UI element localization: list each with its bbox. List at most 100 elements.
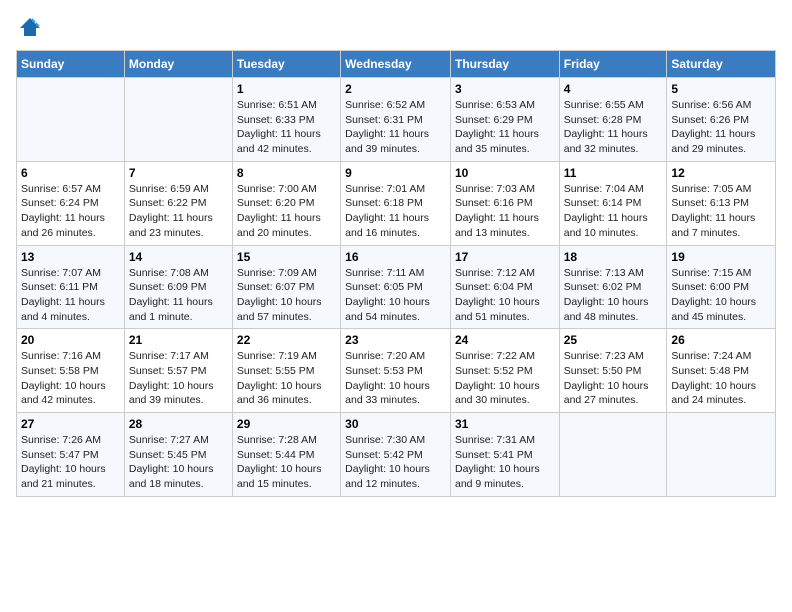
day-number: 6 bbox=[21, 166, 120, 180]
day-number: 10 bbox=[455, 166, 555, 180]
day-info: Sunrise: 7:19 AMSunset: 5:55 PMDaylight:… bbox=[237, 349, 336, 408]
day-info: Sunrise: 6:57 AMSunset: 6:24 PMDaylight:… bbox=[21, 182, 120, 241]
day-info: Sunrise: 7:05 AMSunset: 6:13 PMDaylight:… bbox=[671, 182, 771, 241]
weekday-header: Monday bbox=[124, 51, 232, 78]
day-info: Sunrise: 6:56 AMSunset: 6:26 PMDaylight:… bbox=[671, 98, 771, 157]
calendar-cell bbox=[17, 78, 125, 162]
day-number: 1 bbox=[237, 82, 336, 96]
day-number: 9 bbox=[345, 166, 446, 180]
day-number: 16 bbox=[345, 250, 446, 264]
weekday-header: Thursday bbox=[450, 51, 559, 78]
day-info: Sunrise: 7:09 AMSunset: 6:07 PMDaylight:… bbox=[237, 266, 336, 325]
calendar-cell: 2Sunrise: 6:52 AMSunset: 6:31 PMDaylight… bbox=[341, 78, 451, 162]
day-info: Sunrise: 7:04 AMSunset: 6:14 PMDaylight:… bbox=[564, 182, 663, 241]
calendar-cell: 15 Sunrise: 7:09 AMSunset: 6:07 PMDayligh… bbox=[232, 245, 340, 329]
calendar-body: 1 Sunrise: 6:51 AMSunset: 6:33 PMDaylight… bbox=[17, 78, 776, 497]
calendar-cell: 24 Sunrise: 7:22 AMSunset: 5:52 PMDayligh… bbox=[450, 329, 559, 413]
calendar-cell: 14 Sunrise: 7:08 AMSunset: 6:09 PMDayligh… bbox=[124, 245, 232, 329]
calendar-cell: 3 Sunrise: 6:53 AMSunset: 6:29 PMDaylight… bbox=[450, 78, 559, 162]
day-number: 25 bbox=[564, 333, 663, 347]
day-number: 4 bbox=[564, 82, 663, 96]
calendar-table: SundayMondayTuesdayWednesdayThursdayFrid… bbox=[16, 50, 776, 497]
day-number: 14 bbox=[129, 250, 228, 264]
day-info: Sunrise: 7:28 AMSunset: 5:44 PMDaylight:… bbox=[237, 433, 336, 492]
logo-icon bbox=[18, 16, 42, 40]
day-number: 31 bbox=[455, 417, 555, 431]
day-info: Sunrise: 6:53 AMSunset: 6:29 PMDaylight:… bbox=[455, 98, 555, 157]
weekday-header: Sunday bbox=[17, 51, 125, 78]
calendar-cell bbox=[124, 78, 232, 162]
day-info: Sunrise: 7:24 AMSunset: 5:48 PMDaylight:… bbox=[671, 349, 771, 408]
day-info: Sunrise: 7:27 AMSunset: 5:45 PMDaylight:… bbox=[129, 433, 228, 492]
day-info: Sunrise: 7:07 AMSunset: 6:11 PMDaylight:… bbox=[21, 266, 120, 325]
calendar-cell: 31Sunrise: 7:31 AMSunset: 5:41 PMDayligh… bbox=[450, 413, 559, 497]
calendar-cell: 20 Sunrise: 7:16 AMSunset: 5:58 PMDayligh… bbox=[17, 329, 125, 413]
day-number: 23 bbox=[345, 333, 446, 347]
calendar-cell: 21 Sunrise: 7:17 AMSunset: 5:57 PMDayligh… bbox=[124, 329, 232, 413]
calendar-cell: 8Sunrise: 7:00 AMSunset: 6:20 PMDaylight… bbox=[232, 161, 340, 245]
calendar-cell: 18Sunrise: 7:13 AMSunset: 6:02 PMDayligh… bbox=[559, 245, 667, 329]
day-number: 22 bbox=[237, 333, 336, 347]
logo bbox=[16, 16, 42, 40]
day-info: Sunrise: 7:08 AMSunset: 6:09 PMDaylight:… bbox=[129, 266, 228, 325]
calendar-cell bbox=[667, 413, 776, 497]
calendar-cell: 28Sunrise: 7:27 AMSunset: 5:45 PMDayligh… bbox=[124, 413, 232, 497]
calendar-cell bbox=[559, 413, 667, 497]
weekday-header: Tuesday bbox=[232, 51, 340, 78]
calendar-cell: 5Sunrise: 6:56 AMSunset: 6:26 PMDaylight… bbox=[667, 78, 776, 162]
day-info: Sunrise: 7:20 AMSunset: 5:53 PMDaylight:… bbox=[345, 349, 446, 408]
day-info: Sunrise: 6:55 AMSunset: 6:28 PMDaylight:… bbox=[564, 98, 663, 157]
day-number: 20 bbox=[21, 333, 120, 347]
calendar-cell: 12 Sunrise: 7:05 AMSunset: 6:13 PMDayligh… bbox=[667, 161, 776, 245]
day-number: 27 bbox=[21, 417, 120, 431]
day-number: 17 bbox=[455, 250, 555, 264]
calendar-header-row: SundayMondayTuesdayWednesdayThursdayFrid… bbox=[17, 51, 776, 78]
day-number: 24 bbox=[455, 333, 555, 347]
weekday-header: Wednesday bbox=[341, 51, 451, 78]
calendar-cell: 7 Sunrise: 6:59 AMSunset: 6:22 PMDaylight… bbox=[124, 161, 232, 245]
calendar-cell: 16 Sunrise: 7:11 AMSunset: 6:05 PMDayligh… bbox=[341, 245, 451, 329]
calendar-cell: 9 Sunrise: 7:01 AMSunset: 6:18 PMDaylight… bbox=[341, 161, 451, 245]
day-info: Sunrise: 7:01 AMSunset: 6:18 PMDaylight:… bbox=[345, 182, 446, 241]
day-info: Sunrise: 7:30 AMSunset: 5:42 PMDaylight:… bbox=[345, 433, 446, 492]
day-info: Sunrise: 6:59 AMSunset: 6:22 PMDaylight:… bbox=[129, 182, 228, 241]
calendar-cell: 25 Sunrise: 7:23 AMSunset: 5:50 PMDayligh… bbox=[559, 329, 667, 413]
day-number: 21 bbox=[129, 333, 228, 347]
day-number: 3 bbox=[455, 82, 555, 96]
calendar-cell: 4 Sunrise: 6:55 AMSunset: 6:28 PMDaylight… bbox=[559, 78, 667, 162]
calendar-week-row: 20 Sunrise: 7:16 AMSunset: 5:58 PMDayligh… bbox=[17, 329, 776, 413]
calendar-cell: 17Sunrise: 7:12 AMSunset: 6:04 PMDayligh… bbox=[450, 245, 559, 329]
calendar-cell: 19Sunrise: 7:15 AMSunset: 6:00 PMDayligh… bbox=[667, 245, 776, 329]
day-number: 11 bbox=[564, 166, 663, 180]
day-info: Sunrise: 6:51 AMSunset: 6:33 PMDaylight:… bbox=[237, 98, 336, 157]
calendar-cell: 22 Sunrise: 7:19 AMSunset: 5:55 PMDayligh… bbox=[232, 329, 340, 413]
calendar-cell: 23 Sunrise: 7:20 AMSunset: 5:53 PMDayligh… bbox=[341, 329, 451, 413]
day-info: Sunrise: 7:11 AMSunset: 6:05 PMDaylight:… bbox=[345, 266, 446, 325]
day-info: Sunrise: 7:16 AMSunset: 5:58 PMDaylight:… bbox=[21, 349, 120, 408]
day-info: Sunrise: 7:03 AMSunset: 6:16 PMDaylight:… bbox=[455, 182, 555, 241]
day-number: 26 bbox=[671, 333, 771, 347]
day-info: Sunrise: 7:17 AMSunset: 5:57 PMDaylight:… bbox=[129, 349, 228, 408]
page-header bbox=[16, 16, 776, 40]
day-number: 30 bbox=[345, 417, 446, 431]
calendar-cell: 1 Sunrise: 6:51 AMSunset: 6:33 PMDaylight… bbox=[232, 78, 340, 162]
calendar-week-row: 1 Sunrise: 6:51 AMSunset: 6:33 PMDaylight… bbox=[17, 78, 776, 162]
day-number: 8 bbox=[237, 166, 336, 180]
day-number: 13 bbox=[21, 250, 120, 264]
day-info: Sunrise: 7:26 AMSunset: 5:47 PMDaylight:… bbox=[21, 433, 120, 492]
calendar-cell: 27 Sunrise: 7:26 AMSunset: 5:47 PMDayligh… bbox=[17, 413, 125, 497]
calendar-cell: 6 Sunrise: 6:57 AMSunset: 6:24 PMDaylight… bbox=[17, 161, 125, 245]
calendar-cell: 29Sunrise: 7:28 AMSunset: 5:44 PMDayligh… bbox=[232, 413, 340, 497]
day-info: Sunrise: 6:52 AMSunset: 6:31 PMDaylight:… bbox=[345, 98, 446, 157]
day-info: Sunrise: 7:23 AMSunset: 5:50 PMDaylight:… bbox=[564, 349, 663, 408]
day-number: 15 bbox=[237, 250, 336, 264]
day-number: 12 bbox=[671, 166, 771, 180]
day-info: Sunrise: 7:22 AMSunset: 5:52 PMDaylight:… bbox=[455, 349, 555, 408]
calendar-week-row: 13 Sunrise: 7:07 AMSunset: 6:11 PMDayligh… bbox=[17, 245, 776, 329]
weekday-header: Friday bbox=[559, 51, 667, 78]
weekday-header: Saturday bbox=[667, 51, 776, 78]
day-info: Sunrise: 7:15 AMSunset: 6:00 PMDaylight:… bbox=[671, 266, 771, 325]
calendar-week-row: 27 Sunrise: 7:26 AMSunset: 5:47 PMDayligh… bbox=[17, 413, 776, 497]
calendar-cell: 26 Sunrise: 7:24 AMSunset: 5:48 PMDayligh… bbox=[667, 329, 776, 413]
day-number: 7 bbox=[129, 166, 228, 180]
